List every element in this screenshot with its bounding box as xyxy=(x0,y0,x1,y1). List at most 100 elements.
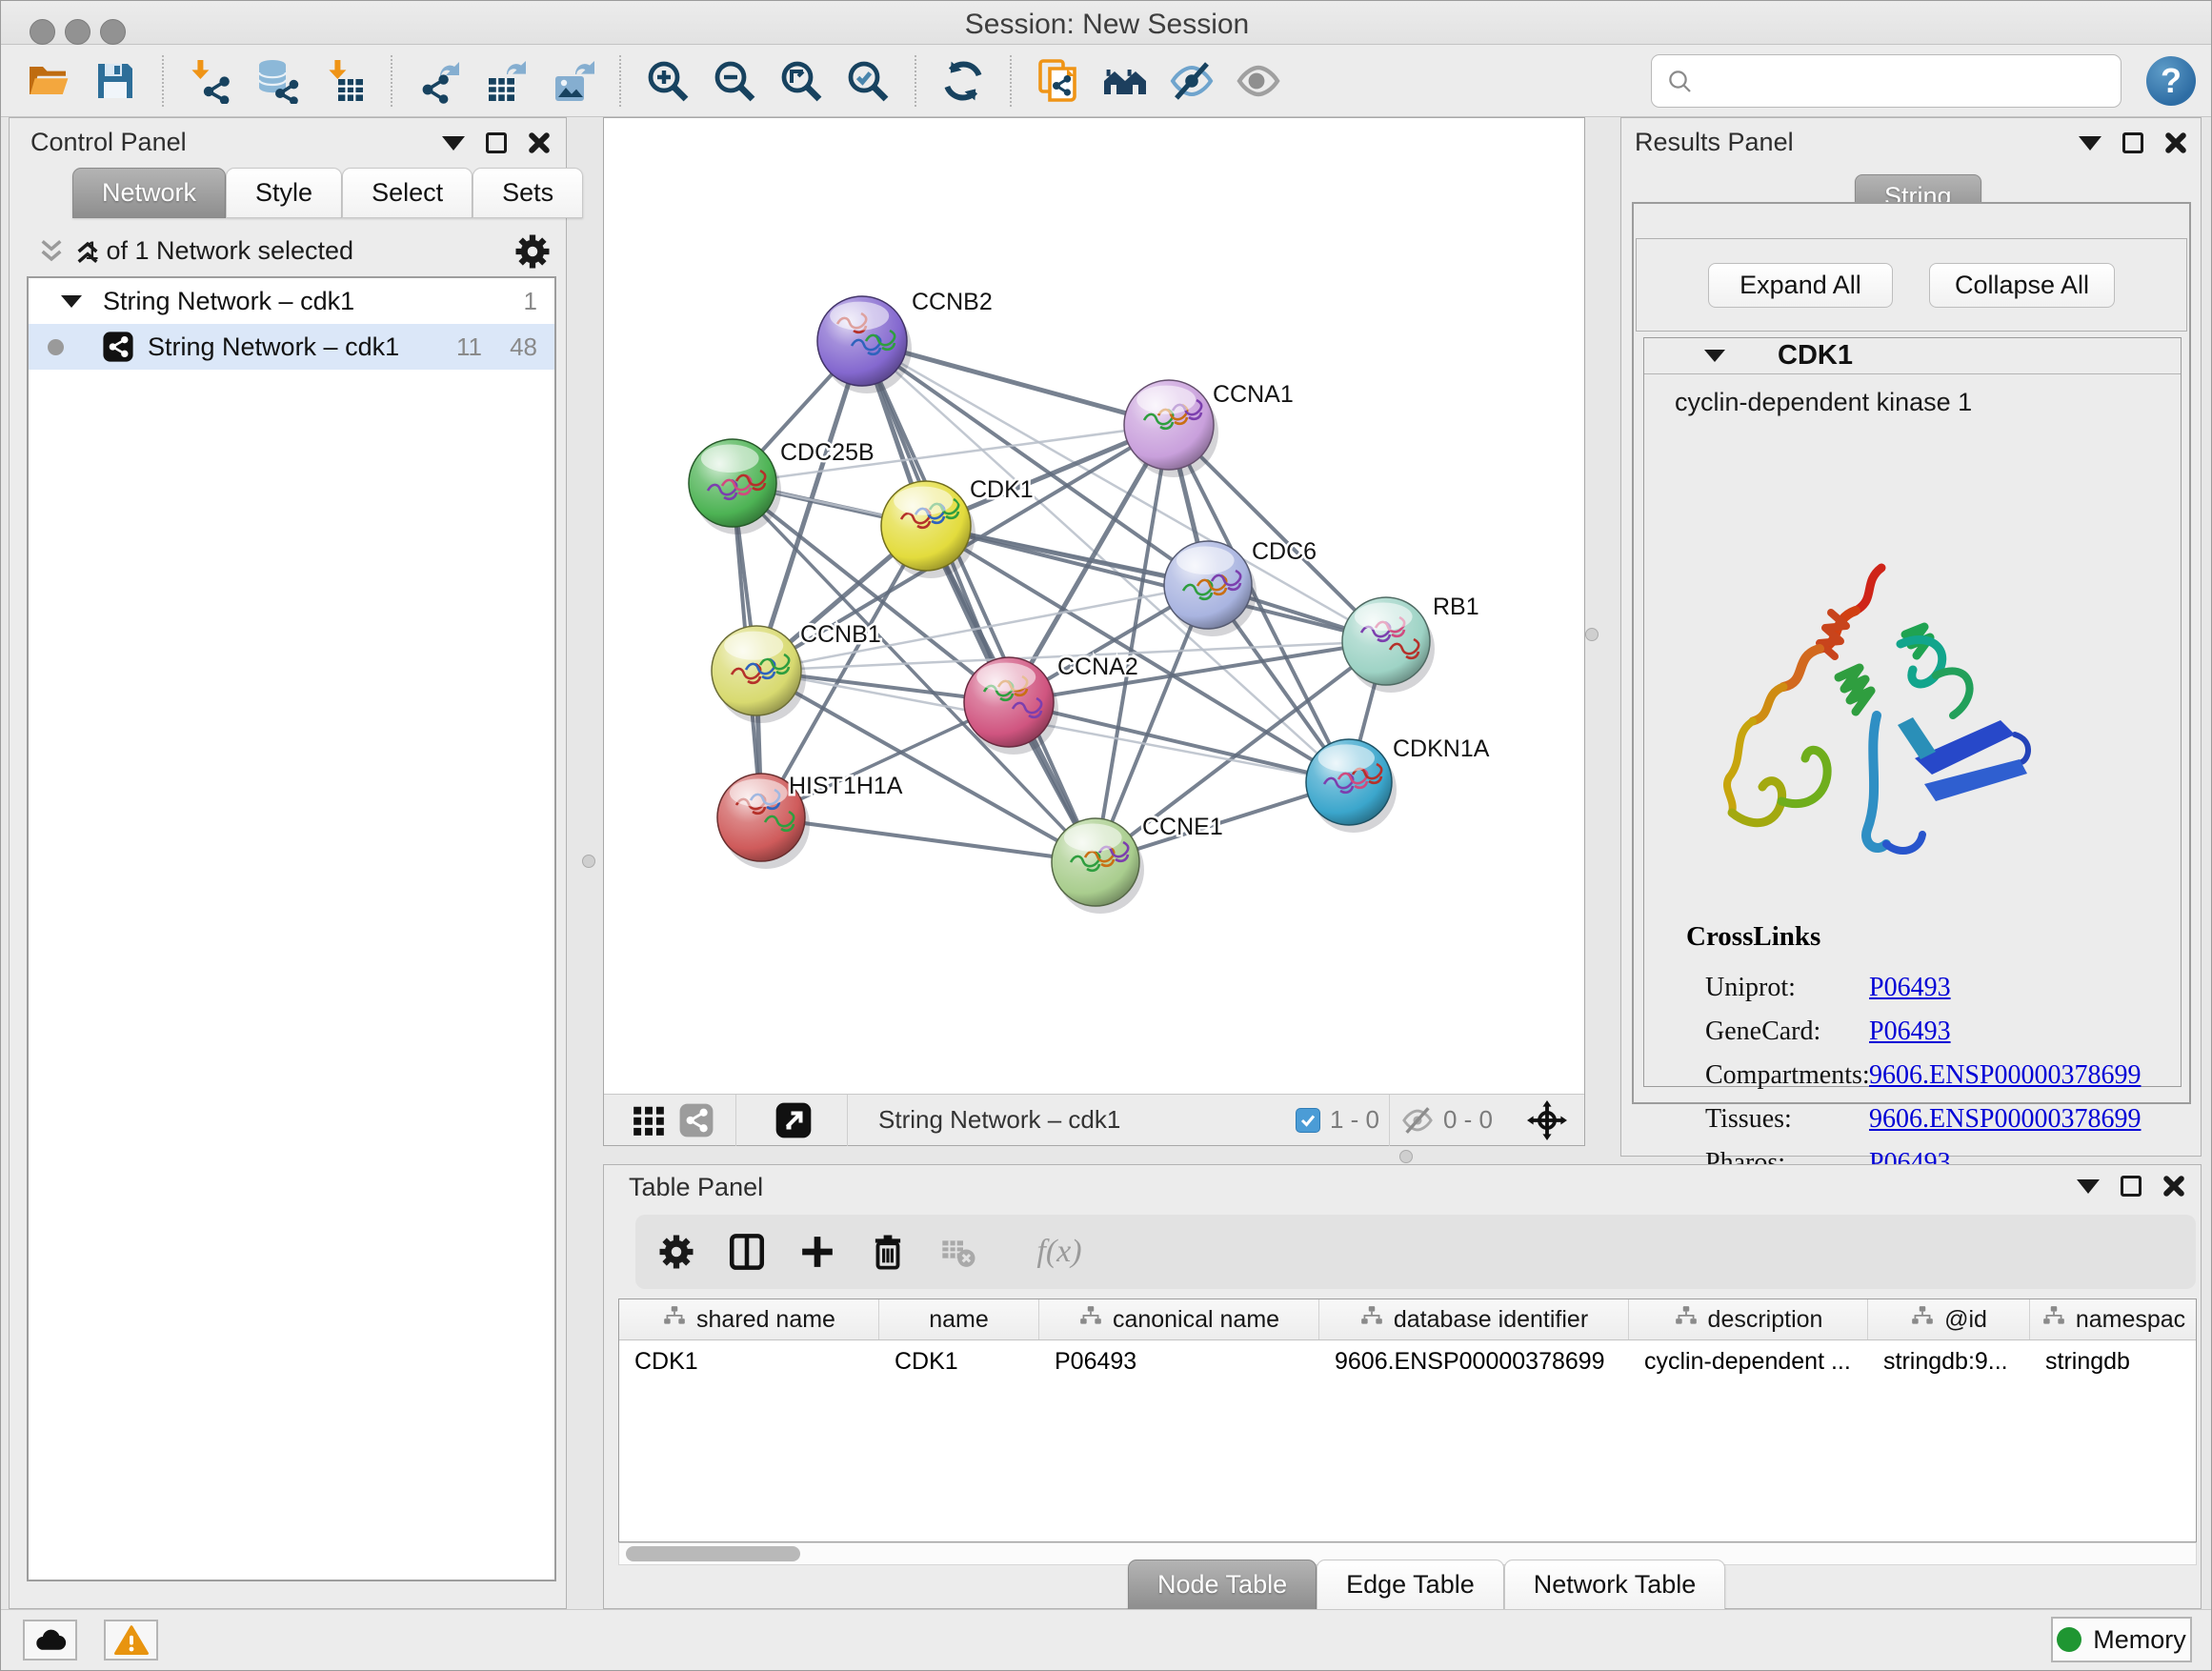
scrollbar-thumb[interactable] xyxy=(626,1546,800,1561)
close-panel-icon[interactable] xyxy=(2162,1175,2185,1198)
update-network-icon[interactable] xyxy=(938,56,988,106)
network-view-panel[interactable]: CCNB2CCNA1CDC25BCDK1CDC6RB1CCNB1CCNA2CDK… xyxy=(603,117,1585,1146)
maximize-panel-icon[interactable] xyxy=(2122,132,2143,153)
edge-CDK1-RB1[interactable] xyxy=(926,526,1386,641)
duplicate-network-icon[interactable] xyxy=(1034,56,1083,106)
column-header--id[interactable]: @id xyxy=(1868,1299,2030,1339)
maximize-panel-icon[interactable] xyxy=(486,132,507,153)
float-panel-icon[interactable] xyxy=(2077,1179,2100,1194)
gear-icon[interactable] xyxy=(513,232,553,272)
tab-node-table[interactable]: Node Table xyxy=(1128,1560,1317,1610)
crosslink-row: GeneCard:P06493 xyxy=(1686,1010,2162,1054)
export-table-icon[interactable] xyxy=(481,56,531,106)
cell-database-identifier[interactable]: 9606.ENSP00000378699 xyxy=(1319,1340,1629,1382)
table-header-row: shared namenamecanonical namedatabase id… xyxy=(619,1299,2196,1340)
zoom-out-icon[interactable] xyxy=(710,56,759,106)
pan-crosshair-icon[interactable] xyxy=(1527,1100,1567,1140)
export-network-icon[interactable] xyxy=(414,56,464,106)
add-column-icon[interactable] xyxy=(795,1230,839,1274)
column-header-description[interactable]: description xyxy=(1629,1299,1868,1339)
node-table[interactable]: shared namenamecanonical namedatabase id… xyxy=(618,1299,2197,1542)
network-graph[interactable]: CCNB2CCNA1CDC25BCDK1CDC6RB1CCNB1CCNA2CDK… xyxy=(604,118,1584,1095)
bottom-splitter-handle[interactable] xyxy=(1399,1150,1413,1163)
float-panel-icon[interactable] xyxy=(2079,136,2101,151)
crosslink-label: GeneCard: xyxy=(1686,1017,1869,1047)
hide-selected-icon[interactable] xyxy=(1167,56,1217,106)
warning-icon[interactable] xyxy=(104,1620,158,1661)
cell-canonical-name[interactable]: P06493 xyxy=(1039,1340,1319,1382)
session-home-icon[interactable] xyxy=(1100,56,1150,106)
open-in-window-icon[interactable] xyxy=(774,1101,813,1139)
tab-style[interactable]: Style xyxy=(226,168,342,218)
edge-HIST1H1A-CCNE1[interactable] xyxy=(761,817,1096,862)
collection-expand-icon[interactable] xyxy=(61,295,82,308)
window-title: Session: New Session xyxy=(1,9,2212,41)
export-image-icon[interactable] xyxy=(548,56,597,106)
cell--id[interactable]: stringdb:9... xyxy=(1868,1340,2030,1382)
crosslink-link[interactable]: P06493 xyxy=(1869,1017,1951,1047)
zoom-in-icon[interactable] xyxy=(643,56,693,106)
close-panel-icon[interactable] xyxy=(528,131,551,154)
column-header-canonical-name[interactable]: canonical name xyxy=(1039,1299,1319,1339)
column-header-name[interactable]: name xyxy=(879,1299,1039,1339)
node-RB1[interactable]: RB1 xyxy=(1342,594,1479,693)
network-collection-row[interactable]: String Network – cdk1 1 xyxy=(29,278,554,324)
string-results-box: Expand All Collapse All CDK1 cyclin-depe… xyxy=(1632,202,2191,1104)
show-all-icon[interactable] xyxy=(1234,56,1283,106)
right-splitter-handle[interactable] xyxy=(1585,628,1599,641)
collapse-all-button[interactable]: Collapse All xyxy=(1929,263,2115,308)
cell-name[interactable]: CDK1 xyxy=(879,1340,1039,1382)
column-header-namespac[interactable]: namespac xyxy=(2030,1299,2197,1339)
node-CCNA2[interactable]: CCNA2 xyxy=(964,654,1138,755)
node-label-RB1: RB1 xyxy=(1433,594,1479,620)
search-input[interactable] xyxy=(1651,54,2122,108)
crosslink-link[interactable]: P06493 xyxy=(1869,973,1951,1003)
help-icon[interactable]: ? xyxy=(2146,56,2196,106)
maximize-panel-icon[interactable] xyxy=(2121,1176,2142,1197)
import-network-database-icon[interactable] xyxy=(252,56,302,106)
node-HIST1H1A[interactable]: HIST1H1A xyxy=(717,773,903,869)
section-collapse-icon[interactable] xyxy=(1704,350,1725,362)
hidden-eye-icon[interactable] xyxy=(1401,1104,1434,1137)
save-session-icon[interactable] xyxy=(90,56,140,106)
left-splitter-handle[interactable] xyxy=(582,855,595,868)
import-network-file-icon[interactable] xyxy=(186,56,235,106)
tab-select[interactable]: Select xyxy=(342,168,473,218)
tab-edge-table[interactable]: Edge Table xyxy=(1317,1560,1504,1610)
app-window: Session: New Session xyxy=(0,0,2212,1671)
tab-sets[interactable]: Sets xyxy=(473,168,583,218)
network-row[interactable]: String Network – cdk1 11 48 xyxy=(29,324,554,370)
table-row[interactable]: CDK1CDK1P064939606.ENSP00000378699cyclin… xyxy=(619,1340,2196,1382)
tab-network[interactable]: Network xyxy=(72,168,226,218)
gear-icon[interactable] xyxy=(654,1230,698,1274)
network-badge-icon[interactable] xyxy=(678,1102,714,1138)
memory-button[interactable]: Memory xyxy=(2051,1617,2192,1662)
tab-network-table[interactable]: Network Table xyxy=(1504,1560,1726,1610)
crosslink-link[interactable]: 9606.ENSP00000378699 xyxy=(1869,1104,2141,1135)
open-file-icon[interactable] xyxy=(24,56,73,106)
close-panel-icon[interactable] xyxy=(2164,131,2187,154)
cell-description[interactable]: cyclin-dependent ... xyxy=(1629,1340,1868,1382)
node-CCNB2[interactable]: CCNB2 xyxy=(817,289,993,393)
delete-column-icon[interactable] xyxy=(866,1230,910,1274)
grid-view-icon[interactable] xyxy=(631,1102,667,1138)
function-builder-icon[interactable]: f(x) xyxy=(1007,1230,1112,1274)
float-panel-icon[interactable] xyxy=(442,136,465,151)
expand-all-button[interactable]: Expand All xyxy=(1708,263,1893,308)
import-table-icon[interactable] xyxy=(319,56,369,106)
cell-namespac[interactable]: stringdb xyxy=(2030,1340,2197,1382)
crosslink-link[interactable]: 9606.ENSP00000378699 xyxy=(1869,1060,2141,1091)
cell-shared-name[interactable]: CDK1 xyxy=(619,1340,879,1382)
show-columns-icon[interactable] xyxy=(725,1230,769,1274)
zoom-selected-icon[interactable] xyxy=(843,56,893,106)
node-CDK1[interactable]: CDK1 xyxy=(881,476,1034,578)
node-CDKN1A[interactable]: CDKN1A xyxy=(1306,735,1490,833)
column-header-shared-name[interactable]: shared name xyxy=(619,1299,879,1339)
column-header-database-identifier[interactable]: database identifier xyxy=(1319,1299,1629,1339)
gene-section-header[interactable]: CDK1 xyxy=(1644,338,2181,374)
selected-checkbox-icon[interactable] xyxy=(1296,1108,1320,1133)
edge-CCNA2-CDKN1A[interactable] xyxy=(1009,702,1349,782)
cloud-icon[interactable] xyxy=(23,1620,77,1661)
clear-table-icon[interactable] xyxy=(936,1230,980,1274)
zoom-fit-icon[interactable] xyxy=(776,56,826,106)
